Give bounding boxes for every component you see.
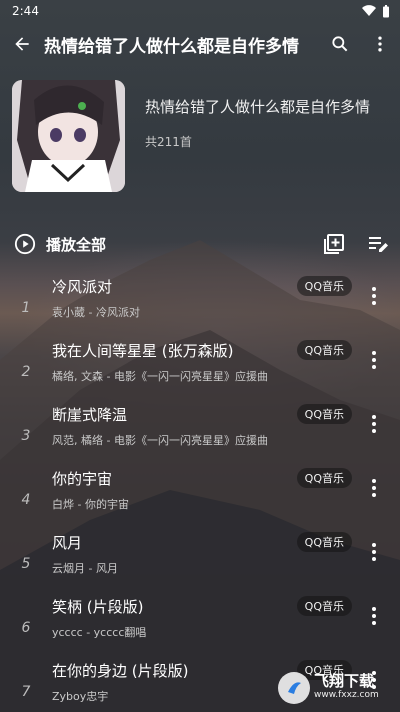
app-bar: 热情给错了人做什么都是自作多情	[0, 24, 400, 64]
search-icon	[332, 36, 348, 52]
song-row[interactable]: 2 我在人间等星星 (张万森版) 橘络, 文森 - 电影《一闪一闪亮星星》应援曲…	[0, 330, 400, 394]
song-artist: ycccc - ycccc翻唱	[52, 626, 147, 639]
more-vert-icon	[372, 479, 376, 497]
playlist-title: 热情给错了人做什么都是自作多情	[145, 98, 371, 116]
song-row[interactable]: 4 你的宇宙 白烨 - 你的宇宙 QQ音乐	[0, 458, 400, 522]
song-row[interactable]: 6 笑柄 (片段版) ycccc - ycccc翻唱 QQ音乐	[0, 586, 400, 650]
status-bar: 2:44	[0, 0, 400, 22]
more-vert-icon	[372, 607, 376, 625]
song-index: 3	[21, 428, 31, 444]
source-badge: QQ音乐	[296, 468, 352, 488]
source-badge: QQ音乐	[296, 532, 352, 552]
edit-playlist-button[interactable]	[356, 222, 400, 266]
more-vert-icon	[372, 287, 376, 305]
page-title: 热情给错了人做什么都是自作多情	[44, 36, 299, 57]
playlist-add-icon	[324, 234, 344, 254]
playlist-header: 热情给错了人做什么都是自作多情 共211首	[12, 80, 388, 192]
song-index: 2	[21, 364, 31, 380]
play-all-button[interactable]: 播放全部	[14, 233, 312, 255]
status-time: 2:44	[12, 4, 39, 18]
song-artist: 白烨 - 你的宇宙	[52, 498, 129, 511]
song-more-button[interactable]	[362, 476, 386, 500]
source-badge: QQ音乐	[296, 276, 352, 296]
battery-icon	[383, 4, 389, 17]
song-index: 6	[21, 620, 31, 636]
song-more-button[interactable]	[362, 412, 386, 436]
song-index: 1	[21, 300, 31, 316]
source-badge: QQ音乐	[296, 340, 352, 360]
song-list: 1 冷风派对 袁小葳 - 冷风派对 QQ音乐 2 我在人间等星星 (张万森版) …	[0, 266, 400, 712]
arrow-back-icon	[15, 37, 29, 51]
song-more-button[interactable]	[362, 604, 386, 628]
playlist-cover[interactable]	[12, 80, 125, 192]
search-button[interactable]	[320, 24, 360, 64]
playlist-edit-icon	[369, 237, 388, 252]
song-row[interactable]: 5 风月 云烟月 - 风月 QQ音乐	[0, 522, 400, 586]
song-artist: 风范, 橘络 - 电影《一闪一闪亮星星》应援曲	[52, 434, 268, 447]
play-circle-icon	[14, 233, 36, 255]
play-all-label: 播放全部	[46, 235, 107, 254]
song-artist: 橘络, 文森 - 电影《一闪一闪亮星星》应援曲	[52, 370, 268, 383]
site-watermark: 飞翔下载 www.fxxz.com	[278, 668, 394, 708]
source-badge: QQ音乐	[296, 404, 352, 424]
song-index: 7	[21, 684, 31, 700]
song-index: 5	[21, 556, 31, 572]
watermark-logo-icon	[278, 672, 310, 704]
more-vert-icon	[372, 543, 376, 561]
more-vert-icon	[372, 351, 376, 369]
wifi-icon	[362, 5, 376, 17]
song-artist: 云烟月 - 风月	[52, 562, 118, 575]
song-more-button[interactable]	[362, 284, 386, 308]
more-vert-icon	[378, 36, 382, 52]
cover-artwork	[12, 80, 125, 192]
song-row[interactable]: 1 冷风派对 袁小葳 - 冷风派对 QQ音乐	[0, 266, 400, 330]
song-count: 共211首	[145, 135, 192, 149]
more-options-button[interactable]	[360, 24, 400, 64]
source-badge: QQ音乐	[296, 596, 352, 616]
song-more-button[interactable]	[362, 540, 386, 564]
play-bar: 播放全部	[0, 222, 400, 266]
song-row[interactable]: 3 断崖式降温 风范, 橘络 - 电影《一闪一闪亮星星》应援曲 QQ音乐	[0, 394, 400, 458]
back-button[interactable]	[0, 24, 44, 64]
song-index: 4	[21, 492, 31, 508]
song-artist: 袁小葳 - 冷风派对	[52, 306, 140, 319]
song-more-button[interactable]	[362, 348, 386, 372]
watermark-title: 飞翔下载	[314, 672, 375, 690]
more-vert-icon	[372, 415, 376, 433]
add-to-playlist-button[interactable]	[312, 222, 356, 266]
watermark-url: www.fxxz.com	[314, 690, 379, 700]
